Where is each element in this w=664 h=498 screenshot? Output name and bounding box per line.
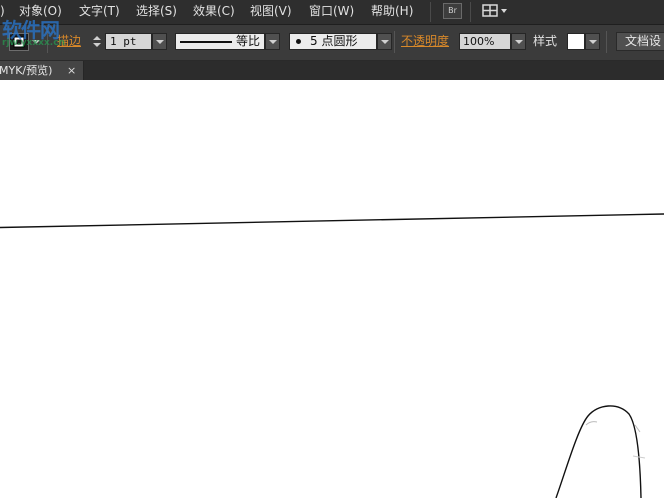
document-tab-bar: MYK/预览) × [0, 61, 664, 80]
stroke-swatch-icon [13, 36, 25, 48]
menu-bar: ) 对象(O) 文字(T) 选择(S) 效果(C) 视图(V) 窗口(W) 帮助… [0, 0, 664, 25]
artwork [0, 213, 664, 498]
artboard-canvas[interactable] [0, 80, 664, 498]
profile-label: 等比 [236, 34, 261, 48]
bridge-button[interactable]: Br [443, 3, 462, 19]
menu-item-truncated[interactable]: ) [0, 3, 5, 20]
round-brush-icon [296, 39, 301, 44]
menu-help[interactable]: 帮助(H) [371, 3, 413, 20]
brush-label: 5 点圆形 [310, 34, 358, 48]
curved-path[interactable] [555, 405, 642, 498]
straight-path[interactable] [0, 213, 664, 229]
stroke-color-dropdown-arrow[interactable] [29, 34, 41, 51]
arrange-documents-button[interactable] [482, 3, 510, 19]
control-bar: 描边 1 pt 等比 5 点圆形 不透明度 100% 样式 文档设 [0, 25, 664, 61]
document-tab[interactable]: MYK/预览) × [0, 61, 84, 80]
menu-separator [470, 2, 471, 22]
control-separator [47, 31, 48, 53]
path-handle [585, 421, 598, 426]
profile-line-preview [180, 41, 232, 43]
menu-view[interactable]: 视图(V) [250, 3, 292, 20]
stroke-weight-input[interactable]: 1 pt [105, 33, 152, 50]
menu-separator [430, 2, 431, 22]
control-separator [394, 31, 395, 53]
menu-effect[interactable]: 效果(C) [193, 3, 235, 20]
document-tab-title: MYK/预览) [0, 64, 53, 77]
brush-definition-dropdown[interactable] [377, 33, 392, 50]
opacity-label[interactable]: 不透明度 [401, 33, 449, 50]
opacity-input[interactable]: 100% [459, 33, 511, 50]
document-setup-button[interactable]: 文档设 [616, 32, 664, 51]
stroke-label[interactable]: 描边 [57, 33, 81, 50]
width-profile-select[interactable]: 等比 [175, 33, 265, 50]
style-label: 样式 [533, 34, 558, 48]
menu-type[interactable]: 文字(T) [79, 3, 120, 20]
brush-definition-select[interactable]: 5 点圆形 [289, 33, 377, 50]
stroke-weight-stepper[interactable] [90, 33, 104, 50]
menu-object[interactable]: 对象(O) [19, 3, 62, 20]
width-profile-dropdown[interactable] [265, 33, 280, 50]
graphic-style-swatch[interactable] [567, 33, 585, 50]
opacity-dropdown[interactable] [511, 33, 526, 50]
graphic-style-dropdown[interactable] [585, 33, 600, 50]
arrange-documents-icon [482, 4, 507, 17]
control-separator [606, 31, 607, 53]
menu-window[interactable]: 窗口(W) [309, 3, 354, 20]
close-tab-icon[interactable]: × [67, 61, 76, 80]
menu-select[interactable]: 选择(S) [136, 3, 177, 20]
stroke-weight-dropdown[interactable] [152, 33, 167, 50]
stroke-color-swatch[interactable] [9, 33, 29, 51]
stepper-arrows-icon [93, 36, 101, 47]
